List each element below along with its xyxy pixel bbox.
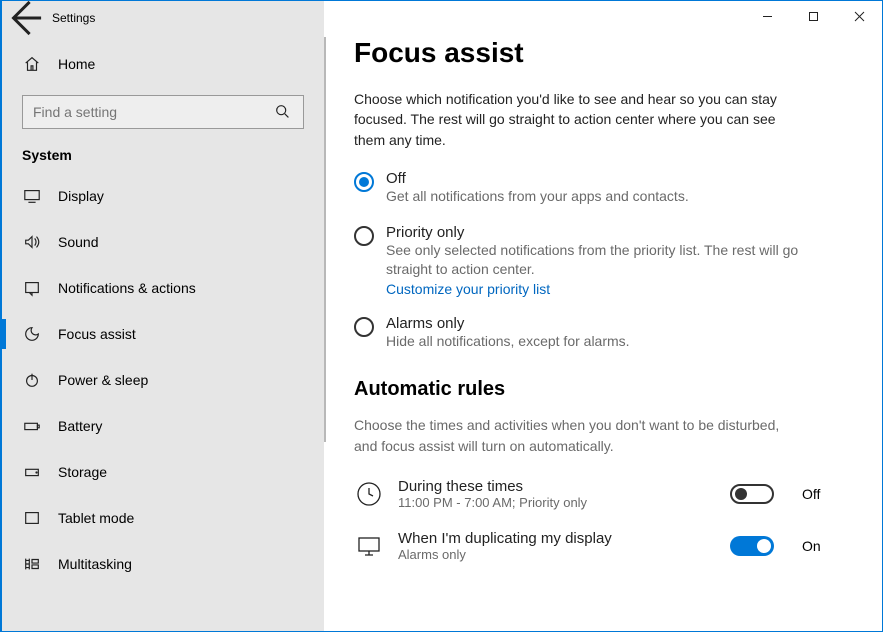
- sidebar-item-battery[interactable]: Battery: [2, 403, 324, 449]
- option-label: Off: [386, 170, 689, 187]
- focus-mode-options: Off Get all notifications from your apps…: [354, 170, 832, 351]
- sidebar-category: System: [2, 129, 324, 173]
- sound-icon: [22, 232, 42, 252]
- sidebar-item-label: Focus assist: [58, 326, 136, 342]
- monitor-icon: [354, 531, 384, 561]
- tablet-icon: [22, 508, 42, 528]
- clock-icon: [354, 479, 384, 509]
- titlebar: Settings: [2, 1, 324, 35]
- page-heading: Focus assist: [354, 37, 832, 69]
- sidebar-item-label: Power & sleep: [58, 372, 148, 388]
- rule-status: 11:00 PM - 7:00 AM; Priority only: [398, 495, 716, 510]
- window-title: Settings: [48, 11, 95, 25]
- radio-icon: [354, 317, 374, 337]
- content: Focus assist Choose which notification y…: [324, 1, 882, 631]
- option-priority-only[interactable]: Priority only See only selected notifica…: [354, 224, 804, 297]
- toggle-state-label: Off: [802, 486, 832, 502]
- option-label: Priority only: [386, 224, 804, 241]
- sidebar-item-notifications[interactable]: Notifications & actions: [2, 265, 324, 311]
- customize-priority-link[interactable]: Customize your priority list: [386, 281, 804, 297]
- sidebar-item-label: Storage: [58, 464, 107, 480]
- page-description: Choose which notification you'd like to …: [354, 89, 784, 150]
- sidebar-item-storage[interactable]: Storage: [2, 449, 324, 495]
- sidebar-item-multitasking[interactable]: Multitasking: [2, 541, 324, 587]
- option-sub: See only selected notifications from the…: [386, 241, 804, 279]
- sidebar-item-label: Multitasking: [58, 556, 132, 572]
- search-icon: [273, 102, 293, 122]
- rule-toggle[interactable]: [730, 536, 774, 556]
- radio-icon: [354, 226, 374, 246]
- rule-title: During these times: [398, 478, 716, 495]
- display-icon: [22, 186, 42, 206]
- sidebar-item-label: Tablet mode: [58, 510, 134, 526]
- multitasking-icon: [22, 554, 42, 574]
- scrollbar-indicator[interactable]: [324, 37, 326, 442]
- rule-during-times[interactable]: During these times 11:00 PM - 7:00 AM; P…: [354, 478, 832, 510]
- back-arrow-icon: [2, 0, 48, 41]
- option-off[interactable]: Off Get all notifications from your apps…: [354, 170, 804, 206]
- home-label: Home: [58, 56, 95, 72]
- sidebar-item-power-sleep[interactable]: Power & sleep: [2, 357, 324, 403]
- sidebar-item-label: Display: [58, 188, 104, 204]
- rule-duplicating-display[interactable]: When I'm duplicating my display Alarms o…: [354, 530, 832, 562]
- home-icon: [22, 54, 42, 74]
- power-icon: [22, 370, 42, 390]
- sidebar-item-label: Sound: [58, 234, 98, 250]
- battery-icon: [22, 416, 42, 436]
- rules-description: Choose the times and activities when you…: [354, 415, 784, 456]
- option-alarms-only[interactable]: Alarms only Hide all notifications, exce…: [354, 315, 804, 351]
- toggle-state-label: On: [802, 538, 832, 554]
- sidebar-item-focus-assist[interactable]: Focus assist: [2, 311, 324, 357]
- rules-heading: Automatic rules: [354, 378, 832, 401]
- automatic-rules: During these times 11:00 PM - 7:00 AM; P…: [354, 478, 832, 562]
- option-sub: Hide all notifications, except for alarm…: [386, 332, 630, 351]
- sidebar: Settings Home System Display: [2, 1, 324, 631]
- sidebar-item-sound[interactable]: Sound: [2, 219, 324, 265]
- sidebar-home[interactable]: Home: [2, 39, 324, 89]
- sidebar-item-tablet-mode[interactable]: Tablet mode: [2, 495, 324, 541]
- storage-icon: [22, 462, 42, 482]
- rule-status: Alarms only: [398, 547, 716, 562]
- rule-toggle[interactable]: [730, 484, 774, 504]
- back-button[interactable]: [2, 1, 48, 35]
- radio-icon: [354, 172, 374, 192]
- focus-assist-icon: [22, 324, 42, 344]
- sidebar-item-label: Notifications & actions: [58, 280, 196, 296]
- sidebar-item-label: Battery: [58, 418, 102, 434]
- notifications-icon: [22, 278, 42, 298]
- main: Focus assist Choose which notification y…: [324, 1, 882, 631]
- option-sub: Get all notifications from your apps and…: [386, 187, 689, 206]
- option-label: Alarms only: [386, 315, 630, 332]
- sidebar-item-display[interactable]: Display: [2, 173, 324, 219]
- rule-title: When I'm duplicating my display: [398, 530, 716, 547]
- search-box[interactable]: [22, 95, 304, 129]
- sidebar-nav: Display Sound Notifications & actions Fo…: [2, 173, 324, 587]
- search-input[interactable]: [33, 104, 273, 120]
